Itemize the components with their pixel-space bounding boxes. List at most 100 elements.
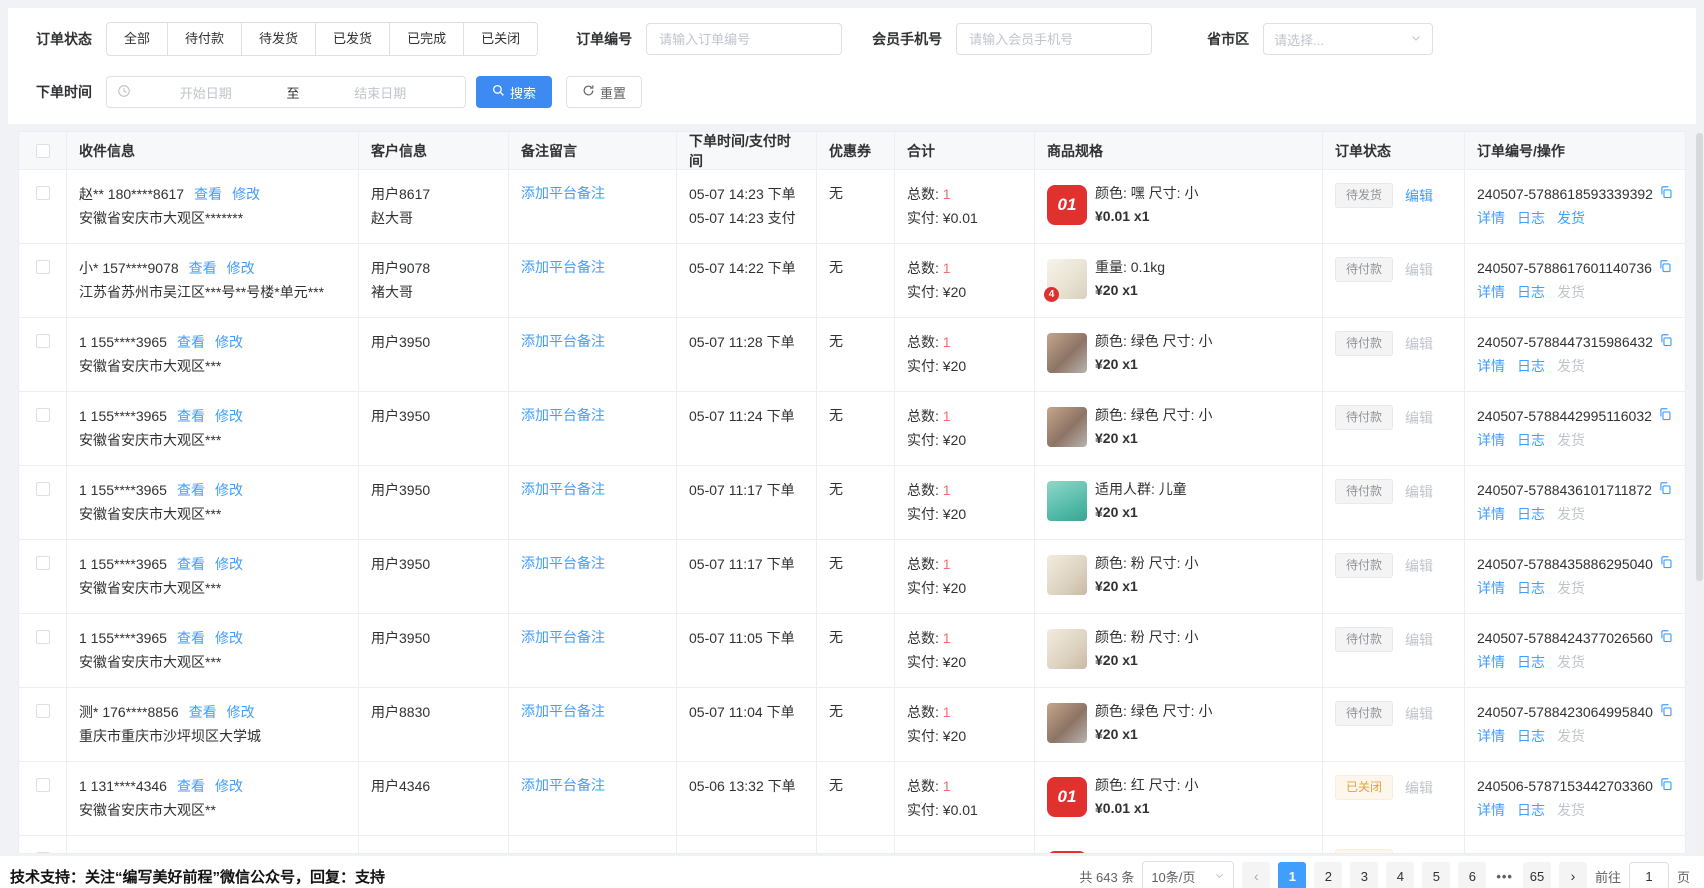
- detail-link[interactable]: 详情: [1477, 355, 1505, 377]
- view-address-link[interactable]: 查看: [194, 186, 222, 202]
- log-link[interactable]: 日志: [1517, 577, 1545, 599]
- detail-link[interactable]: 详情: [1477, 207, 1505, 229]
- view-address-link[interactable]: 查看: [177, 334, 205, 350]
- status-filter-option-3[interactable]: 已发货: [316, 22, 390, 56]
- edit-status-link[interactable]: 编辑: [1405, 778, 1433, 798]
- modify-address-link[interactable]: 修改: [227, 260, 255, 276]
- select-all-checkbox[interactable]: [36, 144, 50, 158]
- copy-icon[interactable]: [1658, 405, 1672, 427]
- detail-link[interactable]: 详情: [1477, 429, 1505, 451]
- add-platform-note-link[interactable]: 添加平台备注: [521, 407, 605, 423]
- modify-address-link[interactable]: 修改: [227, 704, 255, 720]
- ship-link[interactable]: 发货: [1557, 725, 1585, 747]
- copy-icon[interactable]: [1659, 775, 1673, 797]
- add-platform-note-link[interactable]: 添加平台备注: [521, 259, 605, 275]
- modify-address-link[interactable]: 修改: [215, 778, 243, 794]
- end-date-input[interactable]: 结束日期: [306, 83, 456, 102]
- more-pages-icon[interactable]: •••: [1494, 869, 1515, 884]
- edit-status-link[interactable]: 编辑: [1405, 630, 1433, 650]
- modify-address-link[interactable]: 修改: [215, 556, 243, 572]
- page-button-4[interactable]: 4: [1386, 862, 1414, 888]
- start-date-input[interactable]: 开始日期: [131, 83, 281, 102]
- detail-link[interactable]: 详情: [1477, 577, 1505, 599]
- row-checkbox[interactable]: [36, 408, 50, 422]
- row-checkbox[interactable]: [36, 334, 50, 348]
- row-checkbox[interactable]: [36, 704, 50, 718]
- ship-link[interactable]: 发货: [1557, 503, 1585, 525]
- log-link[interactable]: 日志: [1517, 725, 1545, 747]
- page-button-5[interactable]: 5: [1422, 862, 1450, 888]
- log-link[interactable]: 日志: [1517, 207, 1545, 229]
- log-link[interactable]: 日志: [1517, 355, 1545, 377]
- ship-link[interactable]: 发货: [1557, 577, 1585, 599]
- edit-status-link[interactable]: 编辑: [1405, 556, 1433, 576]
- log-link[interactable]: 日志: [1517, 429, 1545, 451]
- status-filter-option-4[interactable]: 已完成: [390, 22, 464, 56]
- add-platform-note-link[interactable]: 添加平台备注: [521, 481, 605, 497]
- detail-link[interactable]: 详情: [1477, 799, 1505, 821]
- detail-link[interactable]: 详情: [1477, 651, 1505, 673]
- detail-link[interactable]: 详情: [1477, 725, 1505, 747]
- row-checkbox[interactable]: [36, 630, 50, 644]
- view-address-link[interactable]: 查看: [189, 704, 217, 720]
- ship-link[interactable]: 发货: [1557, 355, 1585, 377]
- next-page-button[interactable]: ›: [1559, 862, 1587, 888]
- vertical-scrollbar[interactable]: [1696, 133, 1703, 855]
- log-link[interactable]: 日志: [1517, 281, 1545, 303]
- edit-status-link[interactable]: 编辑: [1405, 334, 1433, 354]
- page-button-1[interactable]: 1: [1278, 862, 1306, 888]
- scrollbar-thumb[interactable]: [1696, 133, 1703, 581]
- copy-icon[interactable]: [1659, 183, 1673, 205]
- edit-status-link[interactable]: 编辑: [1405, 186, 1433, 206]
- log-link[interactable]: 日志: [1517, 799, 1545, 821]
- copy-icon[interactable]: [1659, 701, 1673, 723]
- log-link[interactable]: 日志: [1517, 503, 1545, 525]
- row-checkbox[interactable]: [36, 186, 50, 200]
- status-filter-option-1[interactable]: 待付款: [168, 22, 242, 56]
- ship-link[interactable]: 发货: [1557, 207, 1585, 229]
- view-address-link[interactable]: 查看: [177, 482, 205, 498]
- region-select[interactable]: 请选择...: [1263, 23, 1433, 55]
- add-platform-note-link[interactable]: 添加平台备注: [521, 629, 605, 645]
- ship-link[interactable]: 发货: [1557, 799, 1585, 821]
- row-checkbox[interactable]: [36, 852, 50, 854]
- row-checkbox[interactable]: [36, 260, 50, 274]
- copy-icon[interactable]: [1659, 627, 1673, 649]
- copy-icon[interactable]: [1658, 479, 1672, 501]
- view-address-link[interactable]: 查看: [189, 260, 217, 276]
- copy-icon[interactable]: [1659, 553, 1673, 575]
- page-button-last[interactable]: 65: [1523, 862, 1551, 888]
- edit-status-link[interactable]: 编辑: [1405, 408, 1433, 428]
- row-checkbox[interactable]: [36, 482, 50, 496]
- log-link[interactable]: 日志: [1517, 651, 1545, 673]
- modify-address-link[interactable]: 修改: [232, 186, 260, 202]
- add-platform-note-link[interactable]: 添加平台备注: [521, 777, 605, 793]
- ship-link[interactable]: 发货: [1557, 281, 1585, 303]
- date-range-picker[interactable]: 开始日期 至 结束日期: [106, 76, 466, 108]
- status-filter-option-5[interactable]: 已关闭: [464, 22, 538, 56]
- modify-address-link[interactable]: 修改: [215, 334, 243, 350]
- row-checkbox[interactable]: [36, 556, 50, 570]
- view-address-link[interactable]: 查看: [177, 408, 205, 424]
- search-button[interactable]: 搜索: [476, 76, 552, 108]
- modify-address-link[interactable]: 修改: [215, 408, 243, 424]
- prev-page-button[interactable]: ‹: [1242, 862, 1270, 888]
- edit-status-link[interactable]: 编辑: [1405, 482, 1433, 502]
- row-checkbox[interactable]: [36, 778, 50, 792]
- status-filter-option-0[interactable]: 全部: [106, 22, 168, 56]
- add-platform-note-link[interactable]: 添加平台备注: [521, 703, 605, 719]
- page-button-3[interactable]: 3: [1350, 862, 1378, 888]
- copy-icon[interactable]: [1659, 331, 1673, 353]
- modify-address-link[interactable]: 修改: [215, 630, 243, 646]
- view-address-link[interactable]: 查看: [177, 556, 205, 572]
- page-size-select[interactable]: 10条/页: [1142, 861, 1234, 888]
- ship-link[interactable]: 发货: [1557, 651, 1585, 673]
- edit-status-link[interactable]: 编辑: [1405, 704, 1433, 724]
- add-platform-note-link[interactable]: 添加平台备注: [521, 555, 605, 571]
- phone-input[interactable]: [956, 23, 1152, 55]
- detail-link[interactable]: 详情: [1477, 281, 1505, 303]
- add-platform-note-link[interactable]: 添加平台备注: [521, 333, 605, 349]
- reset-button[interactable]: 重置: [566, 76, 642, 108]
- detail-link[interactable]: 详情: [1477, 503, 1505, 525]
- view-address-link[interactable]: 查看: [177, 778, 205, 794]
